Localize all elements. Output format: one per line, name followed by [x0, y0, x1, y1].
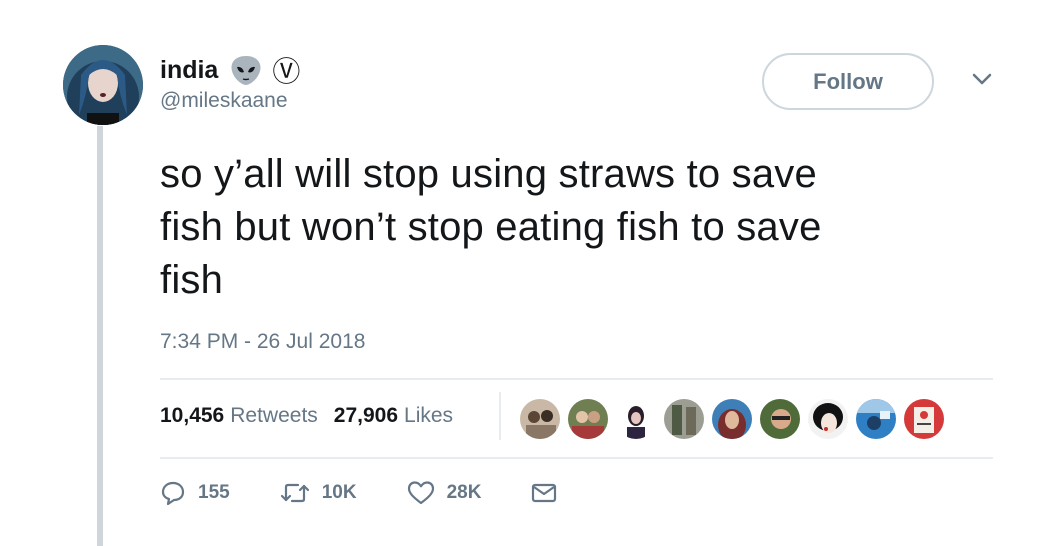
- reply-icon: [160, 480, 186, 506]
- tweet-text: so y’all will stop using straws to save …: [160, 148, 980, 307]
- direct-message-button[interactable]: [531, 482, 557, 504]
- retweet-count: 10K: [321, 482, 357, 503]
- liker-avatar[interactable]: [760, 399, 800, 439]
- liker-avatar[interactable]: [520, 399, 560, 439]
- avatar[interactable]: [63, 45, 143, 125]
- stats-row: 10,456 Retweets 27,906 Likes: [160, 404, 469, 428]
- like-button[interactable]: 28K: [407, 480, 482, 506]
- v-circle-symbol: Ⓥ: [272, 56, 301, 87]
- avatar-image: [63, 45, 143, 125]
- retweets-count: 10,456: [160, 404, 225, 427]
- liker-avatar[interactable]: [856, 399, 896, 439]
- handle[interactable]: @mileskaane: [160, 89, 288, 113]
- like-count: 28K: [446, 482, 482, 503]
- retweet-icon: [280, 481, 310, 505]
- stats-separator: [499, 392, 501, 440]
- tweet-text-line: so y’all will stop using straws to save: [160, 152, 817, 196]
- actions-row: 155 10K 28K: [160, 480, 557, 506]
- name-row: india Ⓥ: [160, 50, 300, 90]
- likes-count: 27,906: [333, 404, 399, 427]
- likes-stat[interactable]: 27,906 Likes: [334, 404, 453, 428]
- liker-avatar[interactable]: [616, 399, 656, 439]
- liker-avatar[interactable]: [568, 399, 608, 439]
- reply-count: 155: [198, 482, 230, 503]
- follow-button[interactable]: Follow: [762, 53, 934, 110]
- likes-label: Likes: [404, 404, 454, 427]
- thread-line: [97, 126, 103, 546]
- chevron-down-icon[interactable]: [972, 72, 992, 86]
- retweet-button[interactable]: 10K: [280, 481, 357, 505]
- liker-avatar[interactable]: [808, 399, 848, 439]
- timestamp[interactable]: 7:34 PM - 26 Jul 2018: [160, 330, 365, 354]
- divider: [160, 457, 993, 459]
- tweet-text-line: fish: [160, 258, 224, 302]
- liker-avatars: [520, 399, 952, 439]
- tweet-text-line: fish but won’t stop eating fish to save: [160, 205, 822, 249]
- alien-face-icon: [228, 54, 264, 86]
- envelope-icon: [531, 482, 557, 504]
- liker-avatar[interactable]: [904, 399, 944, 439]
- liker-avatar[interactable]: [664, 399, 704, 439]
- liker-avatar[interactable]: [712, 399, 752, 439]
- display-name[interactable]: india: [160, 56, 218, 85]
- divider: [160, 378, 993, 380]
- reply-button[interactable]: 155: [160, 480, 230, 506]
- heart-icon: [407, 480, 435, 506]
- retweets-label: Retweets: [230, 404, 318, 427]
- retweets-stat[interactable]: 10,456 Retweets: [160, 404, 318, 428]
